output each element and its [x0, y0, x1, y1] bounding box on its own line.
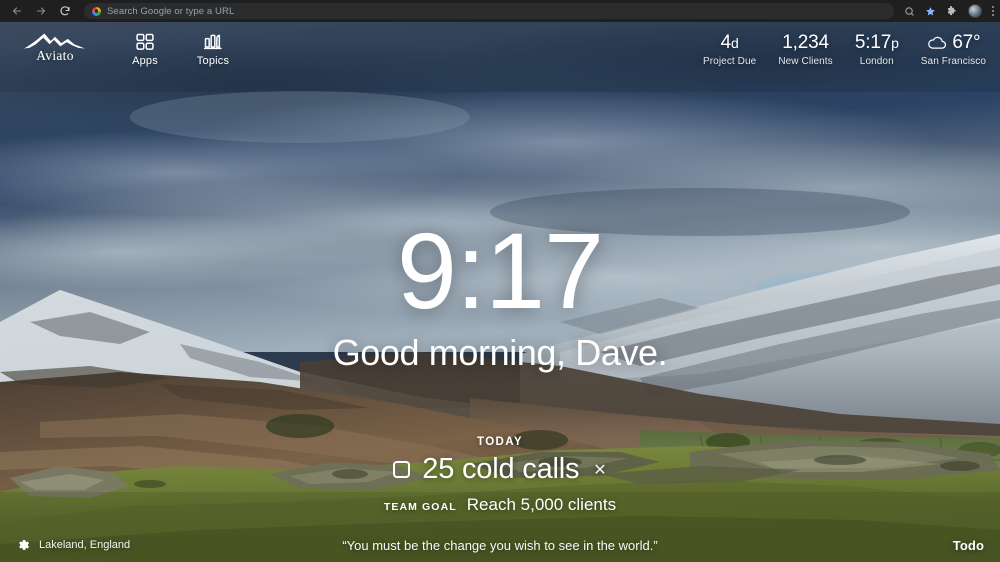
stat-london-time[interactable]: 5:17p London	[855, 33, 899, 67]
stat-project-due-number: 4	[720, 32, 732, 53]
team-goal-text[interactable]: Reach 5,000 clients	[467, 495, 616, 515]
status-widgets: 4d Project Due 1,234 New Clients 5:17p L…	[703, 30, 986, 67]
address-bar[interactable]: Search Google or type a URL	[84, 3, 894, 19]
address-bar-placeholder: Search Google or type a URL	[107, 5, 235, 17]
reload-icon[interactable]	[54, 2, 76, 20]
stat-project-due[interactable]: 4d Project Due	[703, 33, 756, 67]
search-icon[interactable]	[904, 6, 915, 17]
stat-weather-label: San Francisco	[920, 55, 986, 67]
google-logo-icon	[92, 6, 101, 16]
cloud-weather-icon	[928, 36, 947, 49]
nav-item-topics-label: Topics	[196, 55, 230, 67]
stat-weather-temp: 67°	[952, 32, 981, 53]
quote-text: “You must be the change you wish to see …	[342, 537, 658, 553]
navigation-buttons	[6, 2, 76, 20]
nav-item-apps-label: Apps	[132, 55, 158, 67]
brand-logo[interactable]: Aviato	[18, 30, 92, 64]
location-control[interactable]: Lakeland, England	[16, 538, 130, 552]
newtab-page: Search Google or type a URL Aviato Apps …	[0, 0, 1000, 562]
profile-avatar-icon[interactable]	[968, 4, 982, 18]
back-arrow-icon[interactable]	[6, 2, 28, 20]
close-x-icon[interactable]: ✕	[593, 460, 606, 480]
stat-project-due-label: Project Due	[702, 55, 757, 67]
top-nav: Apps Topics	[122, 30, 236, 67]
top-bar: Aviato Apps Topics 4d Project Due 1,234 …	[0, 22, 1000, 84]
today-todo-section: TODAY 25 cold calls ✕ TEAM GOAL Reach 5,…	[0, 436, 1000, 515]
location-label: Lakeland, England	[39, 539, 131, 551]
stat-project-due-unit: d	[731, 35, 739, 51]
today-label: TODAY	[477, 436, 523, 448]
browser-toolbar: Search Google or type a URL	[0, 0, 1000, 22]
star-icon[interactable]	[925, 6, 936, 17]
stat-london-value: 5:17p	[855, 33, 899, 53]
stat-new-clients-value: 1,234	[782, 32, 829, 53]
nav-item-apps[interactable]: Apps	[122, 32, 168, 67]
stat-weather[interactable]: 67° San Francisco	[921, 33, 986, 67]
checkbox-unchecked-icon[interactable]	[393, 461, 411, 478]
stat-weather-value: 67°	[926, 32, 981, 53]
nav-item-topics[interactable]: Topics	[190, 32, 236, 67]
stat-london-label: London	[859, 55, 894, 67]
stat-new-clients-label: New Clients	[778, 55, 833, 67]
team-goal-row: TEAM GOAL Reach 5,000 clients	[384, 495, 616, 515]
puzzle-piece-icon[interactable]	[946, 5, 958, 17]
greeting-text: Good morning, Dave.	[332, 331, 668, 373]
bottom-bar: Lakeland, England “You must be the chang…	[0, 528, 1000, 562]
clock-time: 9:17	[396, 210, 604, 331]
forward-arrow-icon[interactable]	[30, 2, 52, 20]
clock-section: 9:17 Good morning, Dave.	[0, 210, 1000, 374]
todo-item-text[interactable]: 25 cold calls	[422, 453, 579, 486]
team-goal-label: TEAM GOAL	[383, 501, 457, 513]
newtab-overlay: Aviato Apps Topics 4d Project Due 1,234 …	[0, 22, 1000, 562]
grid-apps-icon	[136, 33, 154, 50]
kebab-menu-icon[interactable]	[992, 6, 994, 16]
bar-chart-topics-icon	[203, 34, 222, 50]
brand-name: Aviato	[36, 48, 74, 63]
stat-project-due-value: 4d	[721, 33, 739, 53]
stat-london-meridiem: p	[891, 35, 899, 51]
todo-item-row: 25 cold calls ✕	[393, 453, 607, 486]
toolbar-actions	[894, 4, 994, 18]
stat-london-number: 5:17	[854, 32, 892, 53]
gear-icon	[19, 539, 30, 551]
todo-link[interactable]: Todo	[953, 538, 984, 553]
stat-new-clients[interactable]: 1,234 New Clients	[778, 33, 832, 67]
